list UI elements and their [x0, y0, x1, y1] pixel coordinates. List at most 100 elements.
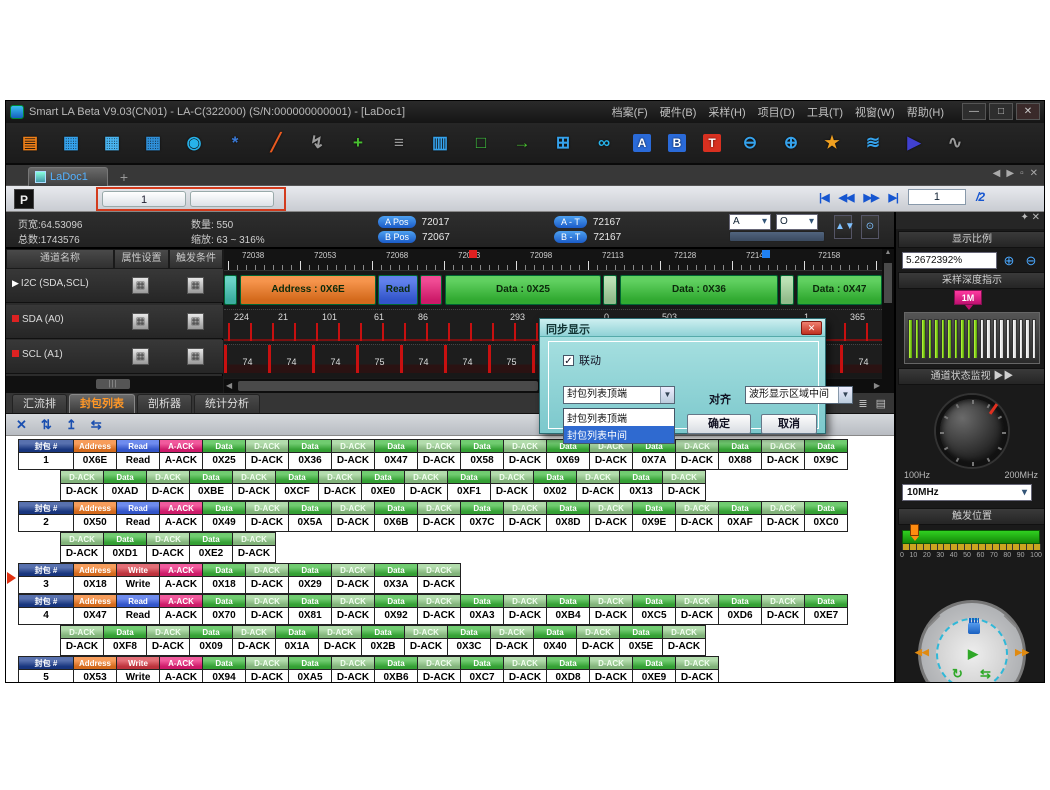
packet-tab-1[interactable]: 封包列表: [69, 394, 135, 413]
page-arrow-1[interactable]: ◀◀: [839, 191, 854, 204]
toolbar-zoom-prev-icon[interactable]: ⊖: [738, 131, 762, 155]
minimize-button[interactable]: —: [962, 103, 986, 120]
toolbar-video-play-icon[interactable]: ▶: [902, 131, 926, 155]
channel-row-1[interactable]: SDA (A0)▦▦: [6, 305, 223, 339]
sample-rate-select[interactable]: 10MHz▾: [902, 484, 1032, 501]
toolbar-add-device-icon[interactable]: +: [346, 131, 370, 155]
cursor-o-select[interactable]: O▾: [776, 214, 818, 230]
page-arrow-3[interactable]: ▶|: [888, 191, 898, 204]
rotate-icon[interactable]: ↻: [952, 666, 963, 682]
toolbar-flag-b-icon[interactable]: B: [668, 134, 686, 152]
packet-tab-0[interactable]: 汇流排: [12, 394, 67, 413]
dialog-close-icon[interactable]: ✕: [801, 321, 822, 335]
toolbar-noise-filter-icon[interactable]: ∿: [943, 131, 967, 155]
bus-block[interactable]: [603, 275, 617, 305]
toolbar-copy-docs-icon[interactable]: ⊞: [551, 131, 575, 155]
add-tab-button[interactable]: +: [116, 169, 132, 185]
channel-trigger-button[interactable]: ▦: [187, 313, 204, 330]
packet-tab-ctrl-0[interactable]: ≣: [858, 397, 867, 410]
packet-tool-0[interactable]: ✕: [16, 417, 27, 433]
cursor-slider[interactable]: [729, 231, 825, 242]
toolbar-data-0101-icon[interactable]: ≋: [861, 131, 885, 155]
tabbar-ctrl-3[interactable]: ✕: [1030, 168, 1038, 179]
toolbar-export-doc-icon[interactable]: →: [510, 131, 534, 155]
bus-block[interactable]: [420, 275, 442, 305]
toolbar-panel-view-icon[interactable]: ▥: [428, 131, 452, 155]
trigger-position-bar[interactable]: [902, 530, 1040, 544]
menu-item-0[interactable]: 档案(F): [607, 102, 653, 122]
zoom-ratio-select[interactable]: 5.2672392%: [902, 252, 997, 269]
page-button-2[interactable]: [190, 191, 274, 207]
packet-tab-2[interactable]: 剖析器: [137, 394, 192, 413]
channel-name-header[interactable]: 通道名称: [6, 249, 114, 269]
toolbar-keyboard-icon[interactable]: ≡: [387, 131, 411, 155]
toolbar-window-view-icon[interactable]: □: [469, 131, 493, 155]
trigger-position-flag[interactable]: [910, 524, 919, 536]
channel-row-0[interactable]: ▶I2C (SDA,SCL)▦▦: [6, 269, 223, 303]
bus-block[interactable]: [224, 275, 237, 305]
toolbar-flag-t-icon[interactable]: T: [703, 134, 721, 152]
toolbar-trigger-probe-icon[interactable]: ↯: [305, 131, 329, 155]
navigation-pad-inner[interactable]: ▶ ↻ ⇆: [936, 618, 1008, 683]
packet-list-pos-select[interactable]: 封包列表顶端▼: [563, 386, 675, 404]
menu-item-4[interactable]: 工具(T): [802, 102, 848, 122]
navigation-pad[interactable]: ◀◀ ▶▶ ▶ ↻ ⇆: [918, 600, 1026, 683]
toolbar-zoom-next-icon[interactable]: ⊕: [779, 131, 803, 155]
cursor-a-marker[interactable]: [762, 250, 770, 258]
packet-row[interactable]: 封包 #4Address0X47ReadReadA-ACKA-ACKData0X…: [18, 594, 847, 625]
packet-row[interactable]: 封包 #1Address0X6EReadReadA-ACKA-ACKData0X…: [18, 439, 847, 470]
pin-icon[interactable]: ✦: [1020, 212, 1028, 223]
bus-block[interactable]: Data : 0X36: [620, 275, 778, 305]
cursor-a-select[interactable]: A▾: [729, 214, 771, 230]
page-arrow-0[interactable]: |◀: [819, 191, 829, 204]
toolbar-save-as-icon[interactable]: ▦: [100, 131, 124, 155]
packet-row[interactable]: D-ACKD-ACKData0XD1D-ACKD-ACKData0XE2D-AC…: [60, 532, 275, 563]
toolbar-tools-wrench-icon[interactable]: *: [223, 131, 247, 155]
packet-tool-2[interactable]: ↥: [66, 417, 77, 433]
zoom-out-icon[interactable]: ⊖: [1022, 252, 1040, 269]
channel-attr-button[interactable]: ▦: [132, 313, 149, 330]
play-icon[interactable]: ▶: [968, 646, 978, 662]
toolbar-open-folder-icon[interactable]: ▤: [18, 131, 42, 155]
tab-ladoc1[interactable]: LaDoc1: [28, 167, 108, 186]
packet-tab-3[interactable]: 统计分析: [194, 394, 260, 413]
menu-item-3[interactable]: 项目(D): [753, 102, 800, 122]
toolbar-screenshot-camera-icon[interactable]: ◉: [182, 131, 206, 155]
dropdown-item-1[interactable]: 封包列表中间: [564, 426, 674, 443]
menu-item-2[interactable]: 采样(H): [703, 102, 750, 122]
tabbar-ctrl-1[interactable]: ▶: [1006, 168, 1014, 179]
toolbar-pen-marker-icon[interactable]: ╱: [264, 131, 288, 155]
page-mode-button[interactable]: P: [14, 189, 34, 209]
menu-item-1[interactable]: 硬件(B): [655, 102, 702, 122]
tabbar-ctrl-2[interactable]: ▫: [1020, 168, 1024, 179]
toolbar-bus-connect-icon[interactable]: ∞: [592, 131, 616, 155]
menu-item-6[interactable]: 帮助(H): [902, 102, 949, 122]
page-number-input[interactable]: [908, 189, 966, 205]
pad-page-left-icon[interactable]: ◀◀: [915, 647, 929, 658]
packet-row[interactable]: 封包 #5Address0X53WriteWriteA-ACKA-ACKData…: [18, 656, 718, 683]
bus-block[interactable]: Data : 0X25: [445, 275, 601, 305]
packet-row[interactable]: 封包 #2Address0X50ReadReadA-ACKA-ACKData0X…: [18, 501, 847, 532]
packet-tab-ctrl-1[interactable]: ▤: [876, 397, 886, 410]
packet-row[interactable]: D-ACKD-ACKData0XF8D-ACKD-ACKData0X09D-AC…: [60, 625, 705, 656]
page-button-1[interactable]: 1: [102, 191, 186, 207]
highlight-button[interactable]: ⊙: [861, 215, 879, 239]
close-button[interactable]: ✕: [1016, 103, 1040, 120]
swap-icon[interactable]: ⇆: [980, 666, 991, 682]
tabbar-ctrl-0[interactable]: ◀: [993, 168, 1001, 179]
packet-tool-3[interactable]: ⇆: [91, 417, 102, 433]
zoom-in-icon[interactable]: ⊕: [1000, 252, 1018, 269]
link-checkbox[interactable]: ✓联动: [563, 352, 601, 368]
channel-attr-button[interactable]: ▦: [132, 348, 149, 365]
channel-row-2[interactable]: SCL (A1)▦▦: [6, 340, 223, 374]
waveform-vscrollbar[interactable]: ▲: [882, 249, 894, 393]
waveform-pos-select[interactable]: 波形显示区域中间▼: [745, 386, 853, 404]
cursor-jump-button[interactable]: ▲▼: [834, 215, 852, 239]
packet-row[interactable]: D-ACKD-ACKData0XADD-ACKD-ACKData0XBED-AC…: [60, 470, 705, 501]
trigger-marker[interactable]: [469, 250, 477, 258]
pad-page-right-icon[interactable]: ▶▶: [1015, 647, 1029, 658]
channel-trigger-header[interactable]: 触发条件: [169, 249, 223, 269]
panel-close-icon[interactable]: ✕: [1032, 212, 1040, 223]
bus-block[interactable]: Read: [378, 275, 418, 305]
sample-rate-knob[interactable]: [936, 395, 1008, 467]
